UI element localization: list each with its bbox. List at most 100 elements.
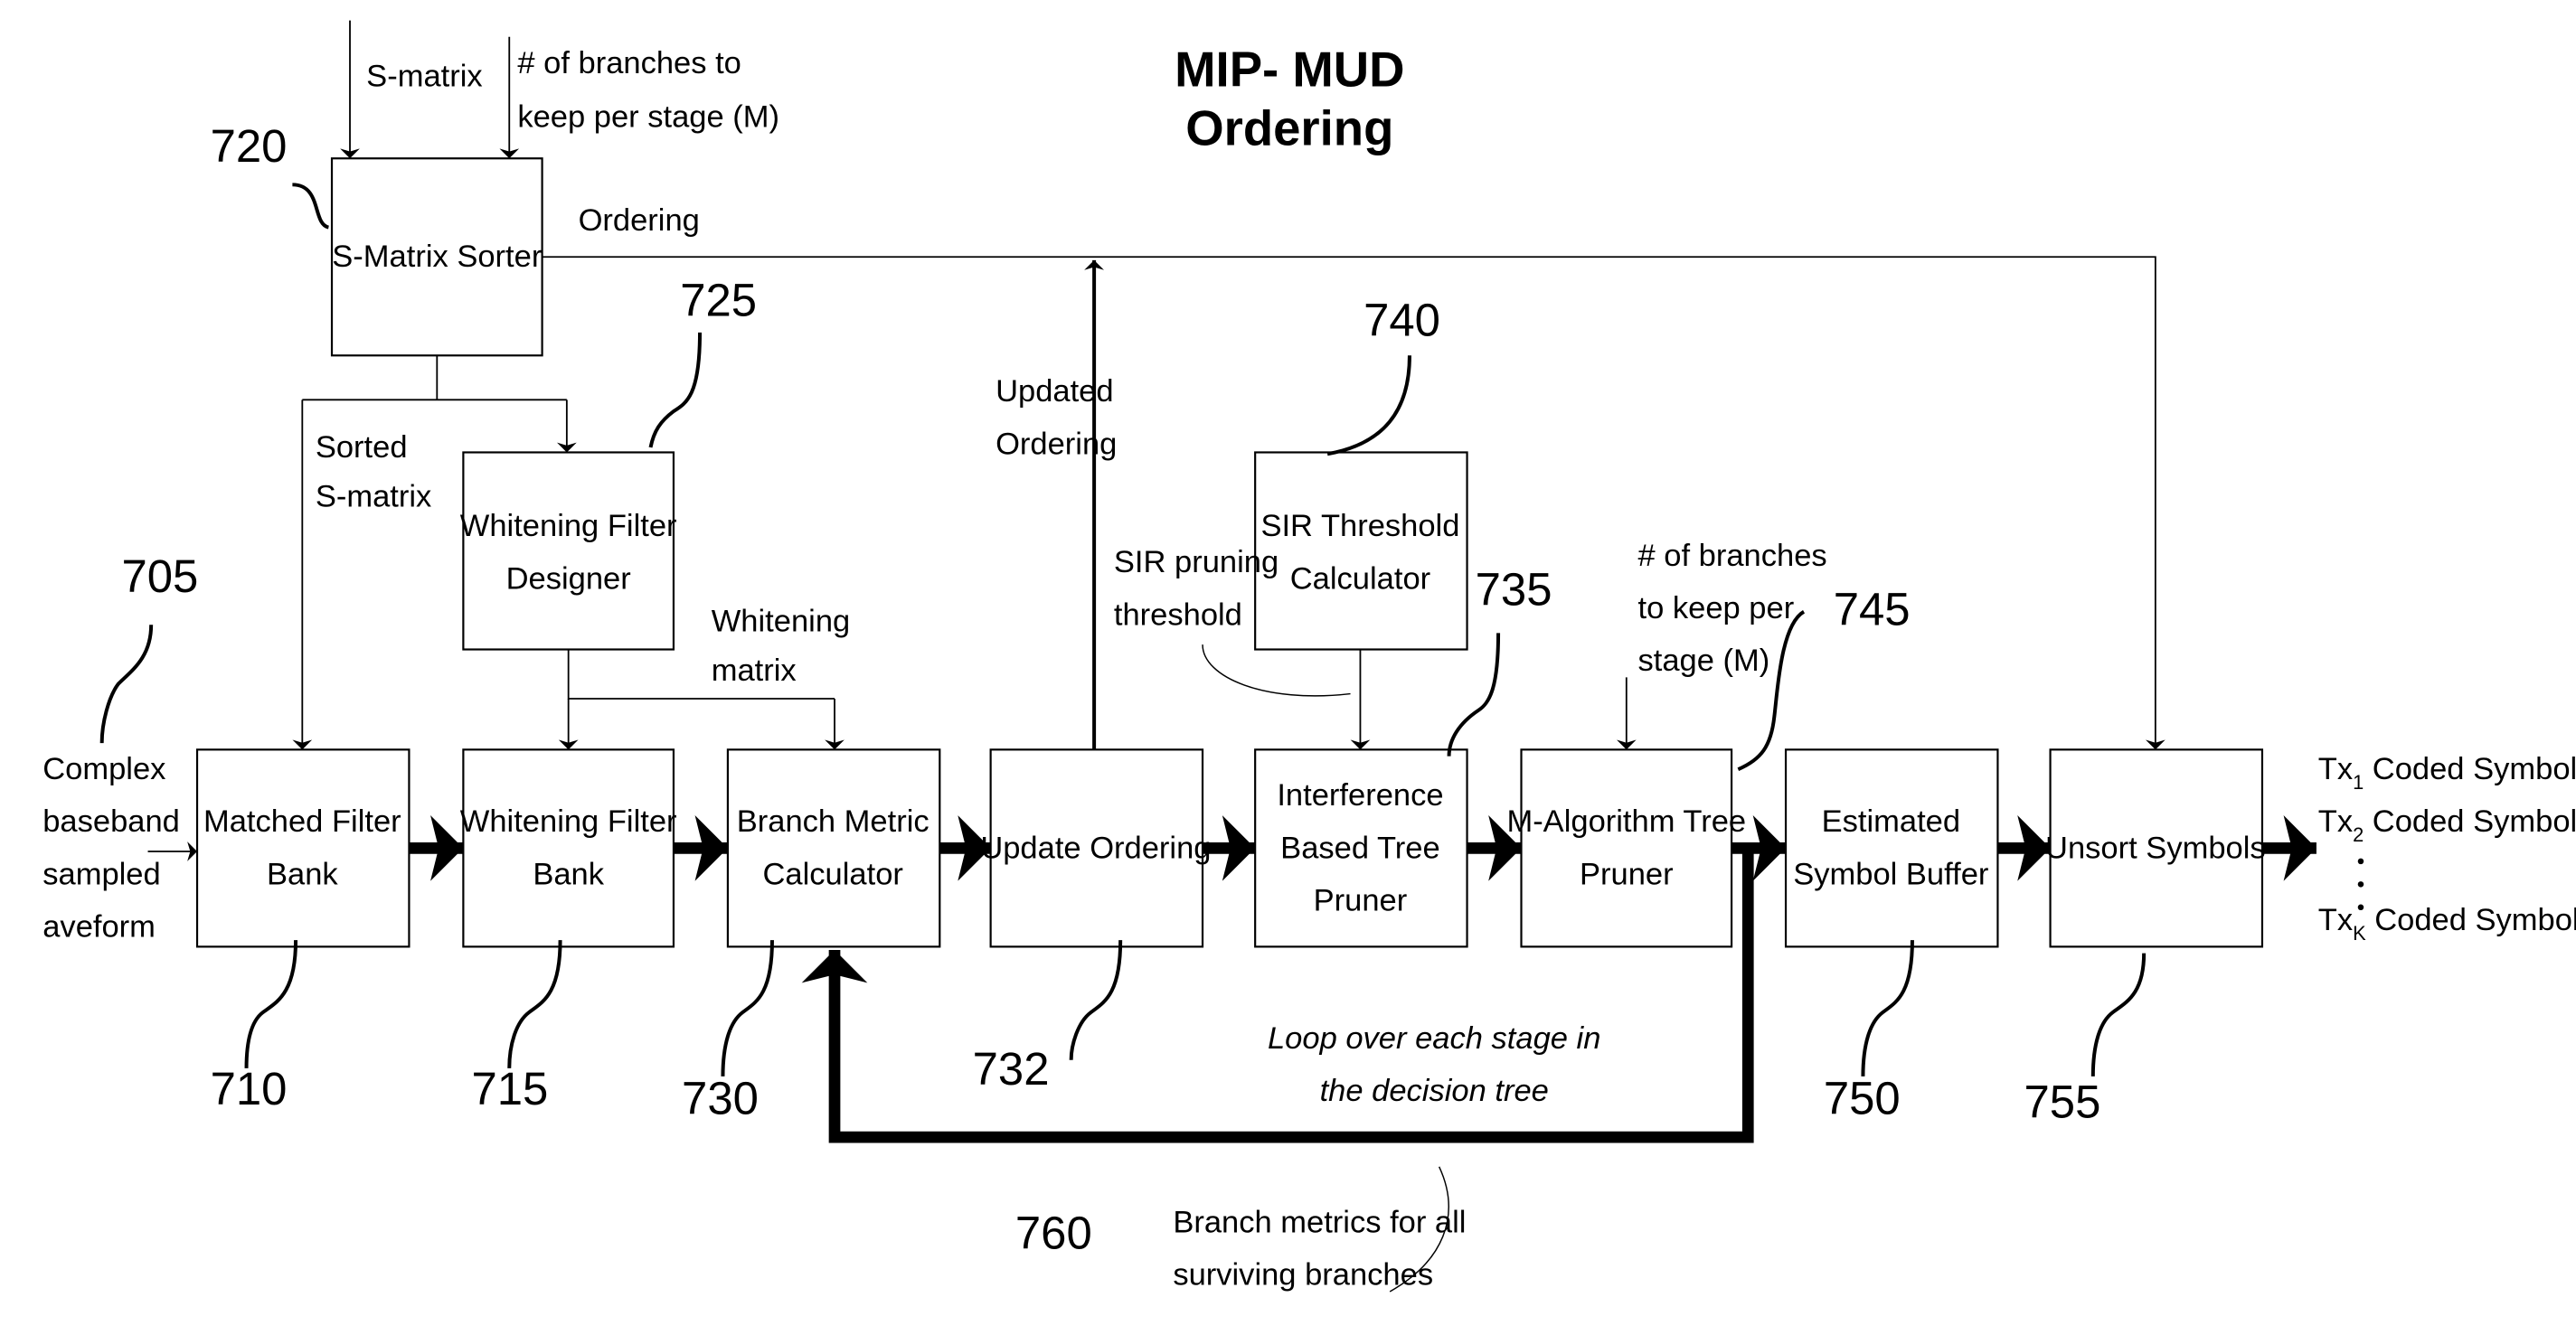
label-input-4: aveform xyxy=(42,909,156,944)
leader-705 xyxy=(99,625,154,744)
output-sub: 2 xyxy=(2353,823,2364,846)
label-ordering: Ordering xyxy=(579,203,700,238)
block-unsort-symbols: Unsort Symbols xyxy=(2045,748,2266,948)
output-txk: TxK Coded Symbols xyxy=(2318,903,2576,945)
label-sorted-1: Sorted xyxy=(316,430,408,465)
block-branch-metric-calculator: Branch Metric Calculator xyxy=(726,748,941,948)
ref-735: 735 xyxy=(1476,563,1552,615)
block-label: Update Ordering xyxy=(980,831,1211,865)
label-branches-top-2: keep per stage (M) xyxy=(517,100,779,135)
block-sir-threshold-calculator: SIR Threshold Calculator xyxy=(1254,451,1468,651)
block-label: Designer xyxy=(506,561,631,596)
leader-715 xyxy=(507,940,562,1068)
label-sir-pruning-2: threshold xyxy=(1114,597,1242,632)
output-prefix: Tx xyxy=(2318,804,2353,839)
block-interference-based-tree-pruner: Interference Based Tree Pruner xyxy=(1254,748,1468,948)
label-input-3: sampled xyxy=(42,857,160,891)
block-label: Bank xyxy=(533,857,604,891)
block-label: Calculator xyxy=(1290,561,1430,596)
block-label: Pruner xyxy=(1580,857,1674,891)
label-input-2: baseband xyxy=(42,804,180,839)
leader-735 xyxy=(1447,633,1501,757)
ref-725: 725 xyxy=(680,275,757,326)
output-sub: K xyxy=(2353,922,2366,945)
block-label: Whitening Filter xyxy=(460,804,677,839)
ref-750: 750 xyxy=(1824,1073,1901,1124)
ref-755: 755 xyxy=(2024,1076,2101,1127)
output-tx1: Tx1 Coded Symbols xyxy=(2318,752,2576,794)
label-whitening-2: matrix xyxy=(712,653,797,688)
ref-720: 720 xyxy=(211,120,288,172)
output-text: Coded Symbols xyxy=(2366,903,2576,937)
label-whitening-1: Whitening xyxy=(712,605,850,639)
block-label: Calculator xyxy=(763,857,903,891)
leader-sir-pruning xyxy=(1202,644,1351,697)
block-label: Estimated xyxy=(1822,804,1960,839)
block-label: Bank xyxy=(267,857,338,891)
block-update-ordering: Update Ordering xyxy=(980,748,1212,948)
block-label: Whitening Filter xyxy=(460,509,677,543)
label-sorted-2: S-matrix xyxy=(316,479,431,513)
label-loop-2: the decision tree xyxy=(1320,1074,1549,1108)
block-label: Unsort Symbols xyxy=(2045,831,2266,865)
svg-text:Tx2 Coded Symbols: Tx2 Coded Symbols xyxy=(2318,804,2576,846)
block-label: S-Matrix Sorter xyxy=(332,240,542,274)
ref-740: 740 xyxy=(1363,294,1440,345)
block-estimated-symbol-buffer: Estimated Symbol Buffer xyxy=(1784,748,1999,948)
label-sir-pruning-1: SIR pruning xyxy=(1114,545,1279,579)
block-label: Matched Filter xyxy=(203,804,401,839)
svg-text:Tx1 Coded Symbols: Tx1 Coded Symbols xyxy=(2318,752,2576,794)
block-label: Interference xyxy=(1277,778,1443,813)
output-ellipsis xyxy=(2357,858,2364,911)
output-text: Coded Symbols xyxy=(2364,752,2576,786)
label-branches-mid-1: # of branches xyxy=(1638,539,1827,573)
output-tx2: Tx2 Coded Symbols xyxy=(2318,804,2576,846)
diagram-title-line1: MIP- MUD xyxy=(1175,42,1404,97)
leader-750 xyxy=(1861,940,1914,1076)
label-loop-1: Loop over each stage in xyxy=(1268,1021,1600,1056)
block-matched-filter-bank: Matched Filter Bank xyxy=(195,748,410,948)
diagram-canvas: MIP- MUD Ordering S-Matrix Sorter S-matr… xyxy=(42,20,2576,1293)
block-whitening-filter-designer: Whitening Filter Designer xyxy=(460,451,677,651)
leader-725 xyxy=(648,332,703,448)
ref-732: 732 xyxy=(973,1043,1050,1095)
leader-740 xyxy=(1326,355,1411,456)
svg-text:TxK Coded Symbols: TxK Coded Symbols xyxy=(2318,903,2576,945)
label-s-matrix: S-matrix xyxy=(366,59,482,93)
block-whitening-filter-bank: Whitening Filter Bank xyxy=(460,748,677,948)
block-label: M-Algorithm Tree xyxy=(1506,804,1746,839)
label-branch-metrics-2: surviving branches xyxy=(1173,1258,1433,1293)
leader-720 xyxy=(292,183,330,230)
leader-730 xyxy=(721,940,774,1076)
output-sub: 1 xyxy=(2353,771,2364,794)
label-branches-mid-3: stage (M) xyxy=(1638,644,1770,678)
label-branches-mid-2: to keep per xyxy=(1638,591,1795,625)
ref-745: 745 xyxy=(1834,583,1911,635)
diagram-title-line2: Ordering xyxy=(1185,101,1393,156)
block-label: Symbol Buffer xyxy=(1793,857,1988,891)
ref-730: 730 xyxy=(682,1073,759,1124)
output-text: Coded Symbols xyxy=(2364,804,2576,839)
ref-715: 715 xyxy=(471,1063,548,1114)
block-m-algorithm-tree-pruner: M-Algorithm Tree Pruner xyxy=(1506,748,1746,948)
output-prefix: Tx xyxy=(2318,752,2353,786)
leader-732 xyxy=(1069,940,1123,1060)
block-label: Pruner xyxy=(1314,883,1408,917)
line-sorted-split xyxy=(302,355,567,401)
leader-745 xyxy=(1737,609,1806,771)
leader-755 xyxy=(2090,953,2147,1076)
ref-705: 705 xyxy=(121,550,198,602)
label-updated-1: Updated xyxy=(995,374,1114,409)
output-prefix: Tx xyxy=(2318,903,2353,937)
ref-710: 710 xyxy=(211,1063,288,1114)
block-label: SIR Threshold xyxy=(1260,509,1459,543)
block-label: Branch Metric xyxy=(737,804,929,839)
leader-710 xyxy=(244,940,298,1068)
block-s-matrix-sorter: S-Matrix Sorter xyxy=(330,157,543,357)
label-input-1: Complex xyxy=(42,752,165,786)
label-branch-metrics-1: Branch metrics for all xyxy=(1173,1206,1466,1240)
ref-760: 760 xyxy=(1015,1208,1092,1259)
label-updated-2: Ordering xyxy=(995,427,1117,461)
block-label: Based Tree xyxy=(1280,831,1440,865)
label-branches-top-1: # of branches to xyxy=(517,46,741,80)
